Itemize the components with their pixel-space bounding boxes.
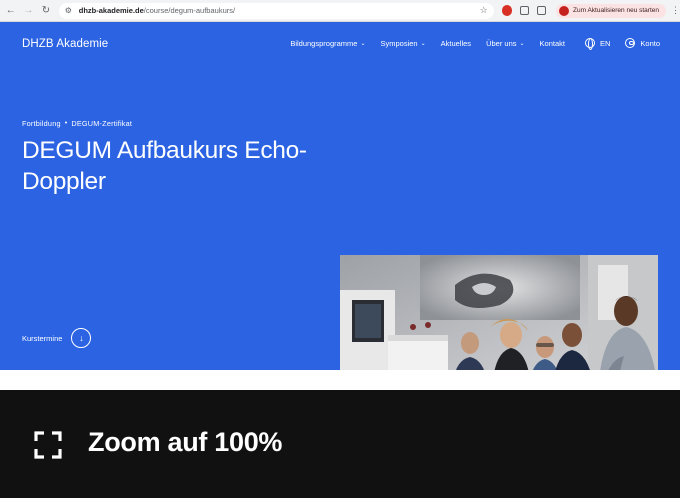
extension-icon[interactable] [501, 5, 513, 16]
nav-label: Symposien [380, 38, 418, 48]
nav-label: Kontakt [539, 38, 565, 48]
globe-icon [584, 38, 595, 50]
nav-ueber-uns[interactable]: Über uns ⌄ [486, 39, 524, 48]
breadcrumb-item[interactable]: Fortbildung [22, 119, 61, 128]
site-logo[interactable]: DHZB Akademie [22, 38, 108, 50]
nav-symposien[interactable]: Symposien ⌄ [380, 39, 425, 48]
address-bar[interactable]: ⚙ dhzb-akademie.de/course/degum-aufbauku… [58, 2, 494, 19]
breadcrumb-separator: • [64, 120, 68, 127]
chevron-down-icon: ⌄ [420, 40, 426, 47]
nav-bildungsprogramme[interactable]: Bildungsprogramme ⌄ [290, 39, 365, 48]
account-icon [625, 38, 636, 48]
nav-label: Aktuelles [440, 38, 472, 48]
browser-toolbar: ← → ↻ ⚙ dhzb-akademie.de/course/degum-au… [0, 0, 680, 22]
profile-avatar-icon [559, 5, 569, 16]
main-navigation: Bildungsprogramme ⌄ Symposien ⌄ Aktuelles … [275, 38, 660, 50]
back-button[interactable]: ← [4, 3, 18, 19]
zoom-notification: Zoom auf 100% [0, 390, 680, 498]
language-label: EN [599, 38, 611, 48]
nav-label: Über uns [486, 38, 517, 48]
language-switch[interactable]: EN [584, 38, 611, 50]
url-host: dhzb-akademie.de [78, 6, 144, 15]
breadcrumb-item[interactable]: DEGUM-Zertifikat [71, 119, 132, 128]
update-restart-button[interactable]: Zum Aktualisieren neu starten [556, 3, 666, 18]
arrow-down-icon[interactable]: ↓ [71, 328, 92, 348]
page-title: DEGUM Aufbaukurs Echo-Doppler [22, 137, 307, 195]
extensions-puzzle-icon[interactable] [520, 6, 530, 15]
kurstermine-label: Kurstermine [22, 333, 63, 343]
reload-button[interactable]: ↻ [39, 3, 53, 19]
nav-label: Bildungsprogramme [290, 38, 358, 48]
site-info-icon[interactable]: ⚙ [65, 6, 74, 15]
account-link[interactable]: Konto [625, 38, 660, 48]
bookmark-star-icon[interactable]: ☆ [480, 5, 488, 16]
content-start-strip [0, 370, 680, 390]
chevron-down-icon: ⌄ [519, 40, 525, 47]
browser-menu-icon[interactable]: ⋮ [671, 5, 680, 16]
url-path: /course/degum-aufbaukurs/ [143, 6, 236, 15]
nav-kontakt[interactable]: Kontakt [540, 39, 565, 48]
chevron-down-icon: ⌄ [360, 40, 366, 47]
account-label: Konto [640, 38, 660, 48]
nav-aktuelles[interactable]: Aktuelles [441, 39, 471, 48]
side-panel-icon[interactable] [537, 6, 546, 15]
kurstermine-link[interactable]: Kurstermine ↓ [22, 328, 92, 348]
breadcrumb: Fortbildung • DEGUM-Zertifikat [22, 119, 132, 128]
fullscreen-icon [34, 431, 62, 459]
update-label: Zum Aktualisieren neu starten [573, 7, 659, 14]
forward-button[interactable]: → [22, 3, 36, 19]
hero-section: DHZB Akademie Bildungsprogramme ⌄ Symposi… [0, 22, 680, 390]
zoom-message: Zoom auf 100% [88, 427, 283, 457]
